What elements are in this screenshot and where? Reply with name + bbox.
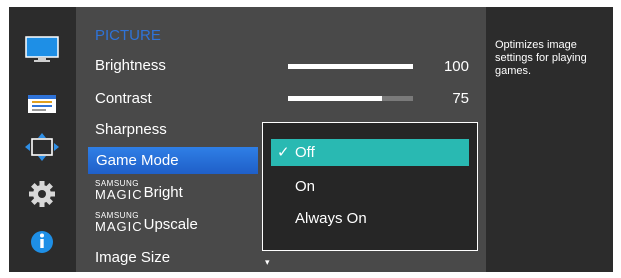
contrast-slider[interactable]	[288, 96, 413, 101]
contrast-value: 75	[452, 90, 469, 107]
menu-item-brightness[interactable]: Brightness	[95, 57, 166, 74]
option-always-on-label: Always On	[295, 210, 367, 227]
screen-position-icon[interactable]	[23, 132, 61, 162]
help-text: Optimizes image settings for playing gam…	[495, 39, 587, 77]
option-on[interactable]: On	[271, 173, 469, 200]
option-on-label: On	[295, 178, 316, 195]
brightness-label: Brightness	[95, 57, 166, 74]
menu-item-magic-upscale[interactable]: SAMSUNG MAGIC Upscale	[95, 212, 198, 234]
option-off-label: Off	[295, 144, 315, 161]
brightness-value: 100	[443, 58, 469, 75]
menu-title: PICTURE	[95, 27, 161, 44]
contrast-label: Contrast	[95, 90, 152, 107]
info-icon[interactable]	[23, 227, 61, 257]
menu-item-image-size[interactable]: Image Size	[95, 249, 170, 266]
image-size-label: Image Size	[95, 249, 171, 266]
settings-gear-icon[interactable]	[23, 179, 61, 209]
option-off[interactable]: ✓ Off	[271, 139, 469, 166]
contrast-slider-fill	[288, 96, 382, 101]
menu-item-game-mode[interactable]: Game Mode	[88, 147, 258, 174]
brand-bottom-text: MAGIC	[95, 187, 143, 202]
help-panel: Optimizes image settings for playing gam…	[486, 7, 613, 272]
game-mode-dropdown: ✓ Off On Always On	[262, 122, 478, 251]
menu-item-contrast[interactable]: Contrast	[95, 90, 152, 107]
check-icon: ✓	[277, 144, 290, 161]
scroll-down-icon[interactable]: ▾	[265, 257, 270, 268]
monitor-icon[interactable]	[23, 35, 61, 65]
samsung-magic-logo: SAMSUNG MAGIC	[95, 180, 143, 202]
brand-bottom-text: MAGIC	[95, 219, 143, 234]
magic-bright-label: Bright	[143, 184, 183, 201]
menu-item-sharpness[interactable]: Sharpness	[95, 121, 167, 138]
magic-upscale-label: Upscale	[143, 216, 198, 233]
brightness-slider-fill	[288, 64, 413, 69]
game-mode-label: Game Mode	[96, 152, 179, 169]
icon-rail	[9, 7, 76, 272]
samsung-magic-logo: SAMSUNG MAGIC	[95, 212, 143, 234]
sharpness-label: Sharpness	[95, 121, 167, 138]
brightness-slider[interactable]	[288, 64, 413, 69]
picture-menu: PICTURE Brightness 100 Contrast 75 Sharp…	[76, 7, 486, 272]
menu-item-magic-bright[interactable]: SAMSUNG MAGIC Bright	[95, 180, 183, 202]
picture-adjust-icon[interactable]	[23, 89, 61, 119]
option-always-on[interactable]: Always On	[271, 205, 469, 232]
monitor-osd: PICTURE Brightness 100 Contrast 75 Sharp…	[9, 7, 613, 272]
